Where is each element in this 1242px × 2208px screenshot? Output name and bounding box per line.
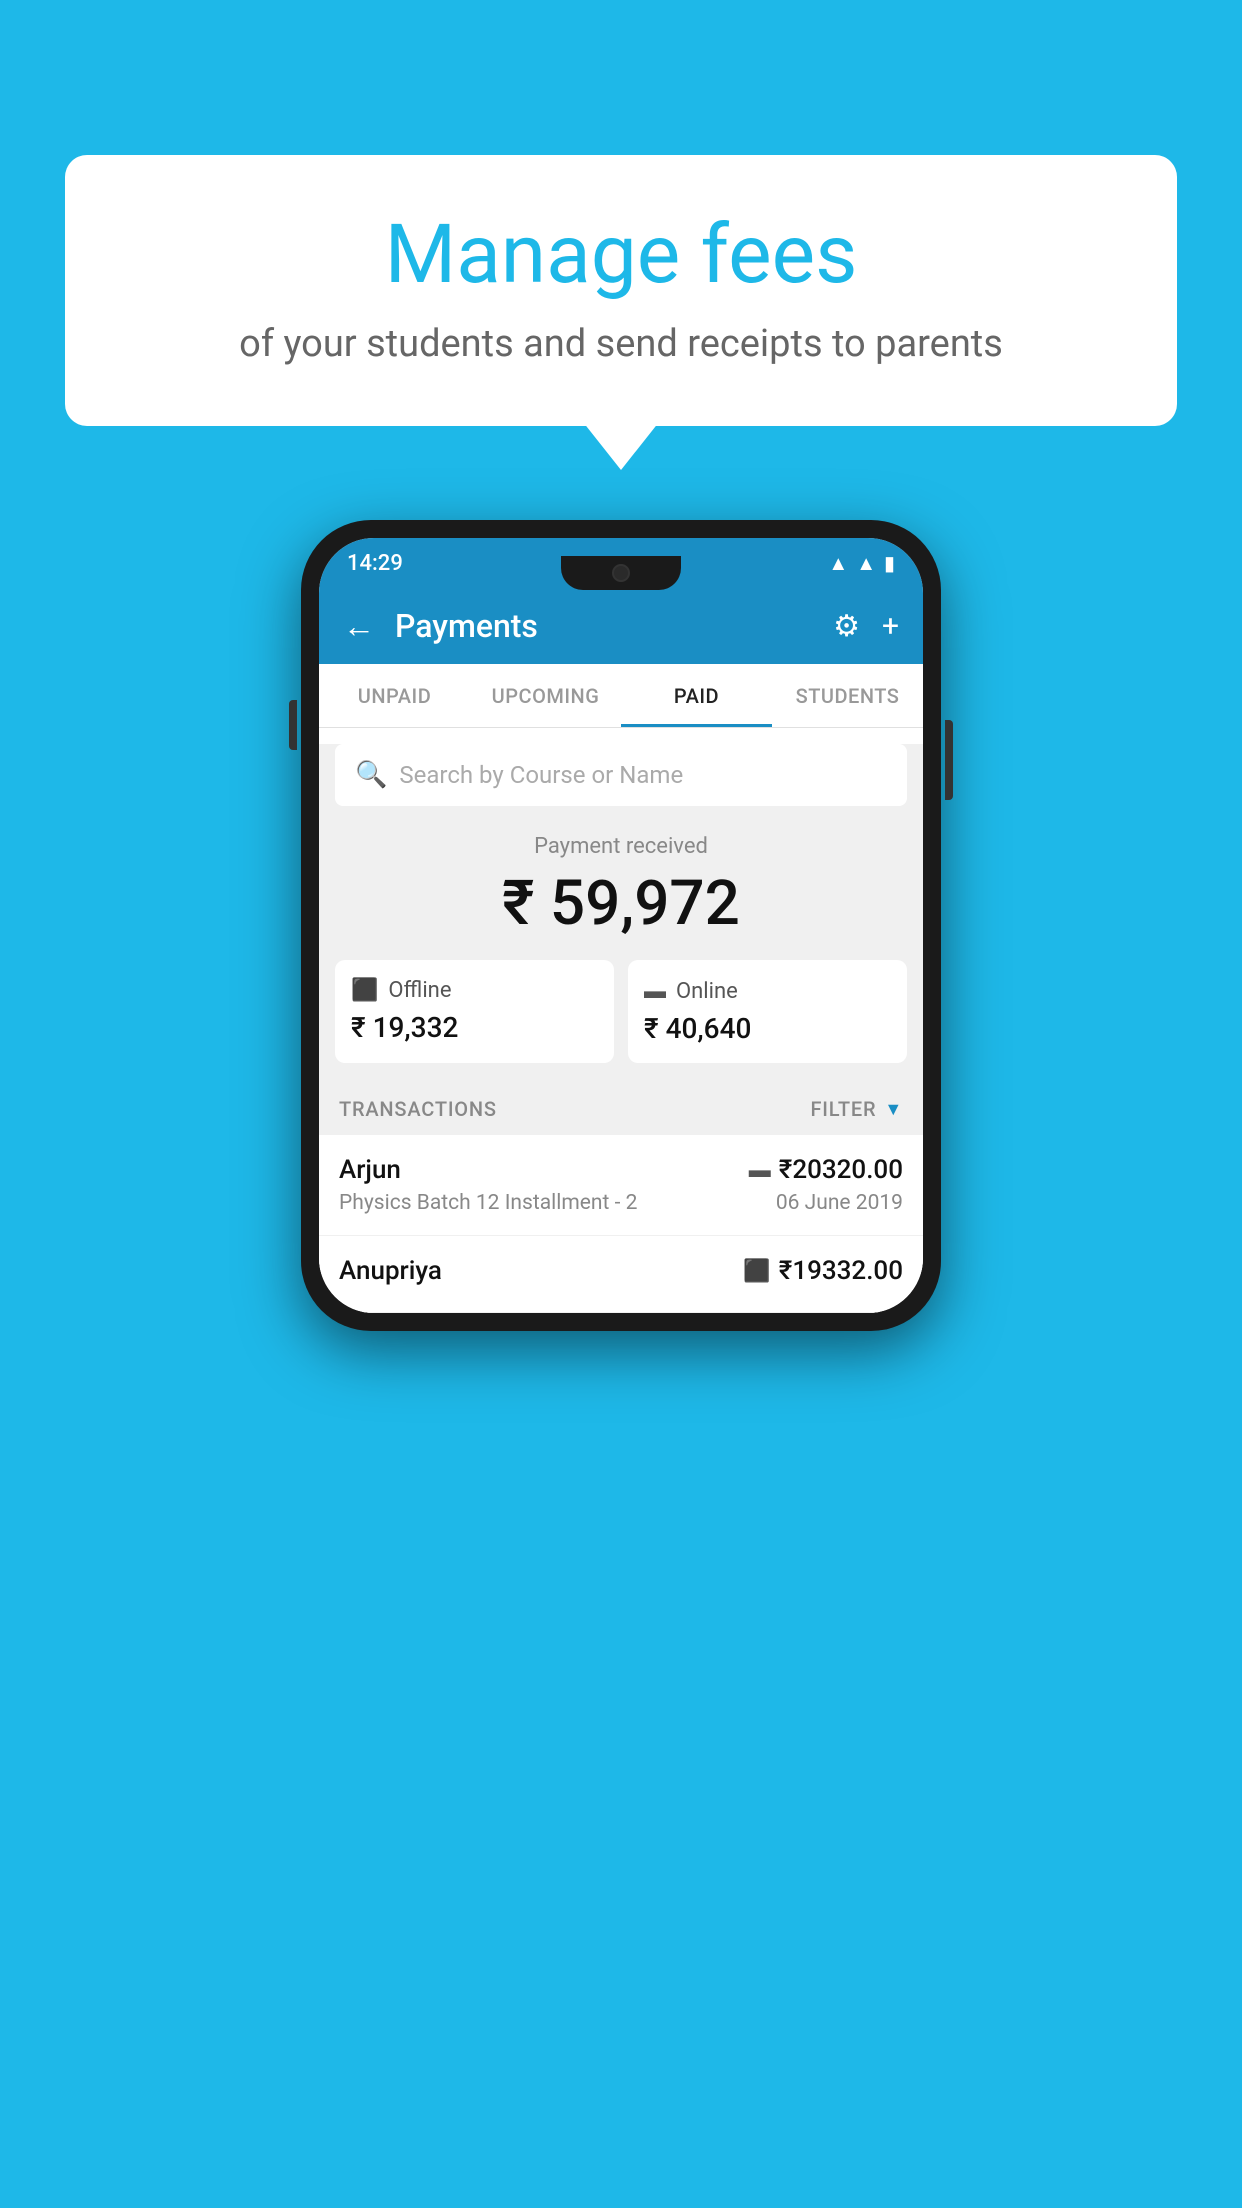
offline-pay-icon-2: ⬛: [743, 1259, 770, 1284]
filter-button[interactable]: FILTER ▼: [810, 1097, 903, 1121]
filter-label: FILTER: [810, 1097, 876, 1121]
transaction-name-2: Anupriya: [339, 1256, 442, 1286]
offline-card-header: ⬛ Offline: [351, 978, 598, 1003]
transaction-top-2: Anupriya ⬛ ₹19332.00: [339, 1256, 903, 1286]
transaction-row-anupriya[interactable]: Anupriya ⬛ ₹19332.00: [319, 1236, 923, 1313]
offline-amount: ₹ 19,332: [351, 1011, 598, 1044]
transaction-name-1: Arjun: [339, 1155, 401, 1185]
transaction-row-arjun[interactable]: Arjun ▬ ₹20320.00 Physics Batch 12 Insta…: [319, 1135, 923, 1236]
notch: [561, 556, 681, 590]
wifi-icon: ▲: [828, 551, 848, 576]
payment-label: Payment received: [335, 834, 907, 859]
payment-cards: ⬛ Offline ₹ 19,332 ▬ Online ₹ 40,640: [319, 960, 923, 1083]
transaction-course-1: Physics Batch 12 Installment - 2: [339, 1191, 637, 1215]
online-icon: ▬: [644, 978, 666, 1004]
phone-inner: 14:29 ▲ ▲ ▮ ← Payments ⚙ + UNPAID: [319, 538, 923, 1313]
transaction-amount-wrap-1: ▬ ₹20320.00: [749, 1155, 903, 1185]
offline-card: ⬛ Offline ₹ 19,332: [335, 960, 614, 1063]
status-icons: ▲ ▲ ▮: [828, 551, 895, 576]
app-bar-title: Payments: [395, 607, 833, 645]
online-pay-icon-1: ▬: [749, 1157, 771, 1183]
content-area: 🔍 Search by Course or Name Payment recei…: [319, 744, 923, 1313]
phone-outer: 14:29 ▲ ▲ ▮ ← Payments ⚙ + UNPAID: [301, 520, 941, 1331]
bubble-subtitle: of your students and send receipts to pa…: [125, 322, 1117, 366]
signal-icon: ▲: [856, 551, 876, 576]
power-button: [945, 720, 953, 800]
speech-bubble-container: Manage fees of your students and send re…: [65, 155, 1177, 426]
settings-button[interactable]: ⚙: [833, 609, 860, 644]
online-label: Online: [676, 979, 738, 1004]
transaction-amount-2: ₹19332.00: [779, 1256, 903, 1286]
online-card: ▬ Online ₹ 40,640: [628, 960, 907, 1063]
front-camera: [612, 564, 630, 582]
speech-bubble: Manage fees of your students and send re…: [65, 155, 1177, 426]
search-icon: 🔍: [355, 760, 387, 790]
transaction-top-1: Arjun ▬ ₹20320.00: [339, 1155, 903, 1185]
online-amount: ₹ 40,640: [644, 1012, 891, 1045]
offline-label: Offline: [388, 978, 451, 1003]
app-bar: ← Payments ⚙ +: [319, 588, 923, 664]
tabs: UNPAID UPCOMING PAID STUDENTS: [319, 664, 923, 728]
add-button[interactable]: +: [882, 609, 899, 644]
payment-summary: Payment received ₹ 59,972: [319, 806, 923, 960]
status-time: 14:29: [347, 551, 403, 576]
transaction-amount-wrap-2: ⬛ ₹19332.00: [743, 1256, 903, 1286]
volume-button: [289, 700, 297, 750]
transactions-header: TRANSACTIONS FILTER ▼: [319, 1083, 923, 1135]
offline-icon: ⬛: [351, 978, 378, 1003]
phone-mockup: 14:29 ▲ ▲ ▮ ← Payments ⚙ + UNPAID: [301, 520, 941, 1331]
tab-students[interactable]: STUDENTS: [772, 664, 923, 727]
transaction-bottom-1: Physics Batch 12 Installment - 2 06 June…: [339, 1191, 903, 1215]
back-button[interactable]: ←: [343, 607, 375, 645]
battery-icon: ▮: [884, 551, 895, 575]
transactions-label: TRANSACTIONS: [339, 1097, 497, 1121]
online-card-header: ▬ Online: [644, 978, 891, 1004]
transaction-date-1: 06 June 2019: [776, 1191, 903, 1215]
tab-paid[interactable]: PAID: [621, 664, 772, 727]
tab-upcoming[interactable]: UPCOMING: [470, 664, 621, 727]
search-placeholder: Search by Course or Name: [399, 761, 683, 789]
transaction-amount-1: ₹20320.00: [779, 1155, 903, 1185]
payment-amount: ₹ 59,972: [335, 867, 907, 940]
bubble-title: Manage fees: [125, 210, 1117, 300]
filter-icon: ▼: [884, 1099, 903, 1120]
tab-unpaid[interactable]: UNPAID: [319, 664, 470, 727]
app-bar-actions: ⚙ +: [833, 609, 899, 644]
search-bar[interactable]: 🔍 Search by Course or Name: [335, 744, 907, 806]
